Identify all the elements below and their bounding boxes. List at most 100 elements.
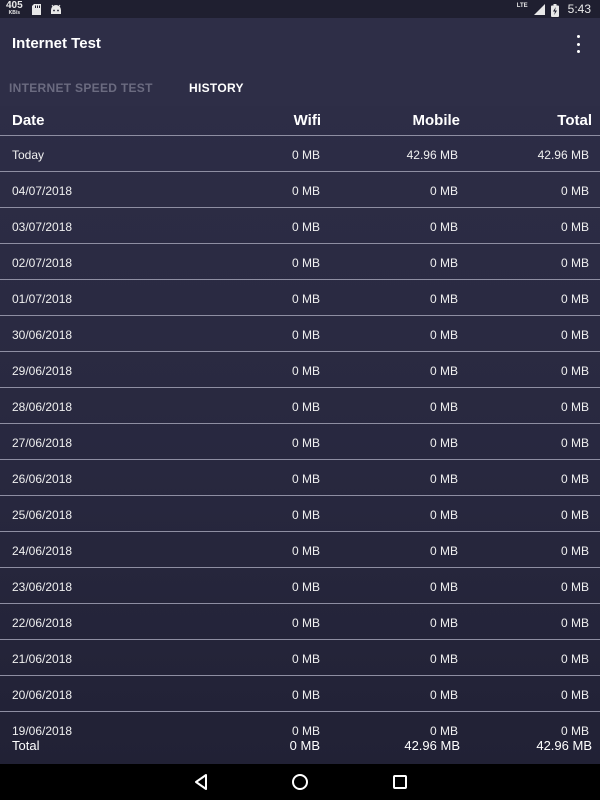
total-mobile: 42.96 MB: [404, 738, 460, 753]
row-wifi: 0 MB: [291, 436, 320, 450]
table-row: 24/06/2018 0 MB 0 MB 0 MB: [0, 532, 600, 568]
network-type-label: LTE: [516, 3, 528, 9]
total-row: Total 0 MB 42.96 MB 42.96 MB: [0, 737, 600, 759]
table-row: Today 0 MB 42.96 MB 42.96 MB: [0, 136, 600, 172]
battery-charging-icon: [550, 3, 562, 17]
history-table[interactable]: Date Wifi Mobile Total Today 0 MB 42.96 …: [0, 106, 600, 764]
net-speed-unit: KB/s: [8, 10, 21, 16]
row-total: 0 MB: [560, 688, 589, 702]
tab-internet-speed-test[interactable]: INTERNET SPEED TEST: [9, 81, 153, 95]
row-date: 30/06/2018: [12, 328, 73, 342]
row-total: 0 MB: [560, 364, 589, 378]
row-wifi: 0 MB: [291, 400, 320, 414]
row-total: 0 MB: [560, 724, 589, 738]
table-rows: Today 0 MB 42.96 MB 42.96 MB 04/07/2018 …: [0, 136, 600, 747]
table-row: 02/07/2018 0 MB 0 MB 0 MB: [0, 244, 600, 280]
table-row: 27/06/2018 0 MB 0 MB 0 MB: [0, 424, 600, 460]
row-wifi: 0 MB: [291, 580, 320, 594]
row-total: 0 MB: [560, 256, 589, 270]
tab-history[interactable]: HISTORY: [189, 81, 244, 95]
row-date: 27/06/2018: [12, 436, 73, 450]
app-title: Internet Test: [12, 35, 101, 52]
row-total: 0 MB: [560, 436, 589, 450]
row-mobile: 0 MB: [429, 688, 458, 702]
row-mobile: 0 MB: [429, 652, 458, 666]
header-date: Date: [12, 112, 45, 129]
row-wifi: 0 MB: [291, 148, 320, 162]
row-date: 23/06/2018: [12, 580, 73, 594]
row-total: 0 MB: [560, 616, 589, 630]
header-total: Total: [557, 112, 592, 129]
back-icon[interactable]: [191, 772, 211, 792]
row-total: 0 MB: [560, 220, 589, 234]
row-mobile: 0 MB: [429, 364, 458, 378]
row-mobile: 0 MB: [429, 508, 458, 522]
table-row: 28/06/2018 0 MB 0 MB 0 MB: [0, 388, 600, 424]
table-row: 21/06/2018 0 MB 0 MB 0 MB: [0, 640, 600, 676]
row-date: 03/07/2018: [12, 220, 73, 234]
row-total: 0 MB: [560, 400, 589, 414]
row-total: 42.96 MB: [537, 148, 589, 162]
row-date: Today: [12, 148, 45, 162]
row-date: 26/06/2018: [12, 472, 73, 486]
table-row: 30/06/2018 0 MB 0 MB 0 MB: [0, 316, 600, 352]
clock: 5:43: [567, 2, 591, 16]
header-mobile: Mobile: [412, 112, 461, 129]
tab-bar: INTERNET SPEED TEST HISTORY: [0, 70, 600, 106]
status-bar: 405 KB/s LTE 5:43: [0, 0, 600, 18]
row-date: 25/06/2018: [12, 508, 73, 522]
row-total: 0 MB: [560, 508, 589, 522]
navigation-bar: [0, 764, 600, 800]
app-bar: Internet Test: [0, 18, 600, 70]
more-vert-icon[interactable]: [574, 35, 582, 53]
table-row: 29/06/2018 0 MB 0 MB 0 MB: [0, 352, 600, 388]
row-wifi: 0 MB: [291, 256, 320, 270]
row-date: 29/06/2018: [12, 364, 73, 378]
row-wifi: 0 MB: [291, 292, 320, 306]
net-speed-value: 405: [6, 0, 23, 11]
table-row: 22/06/2018 0 MB 0 MB 0 MB: [0, 604, 600, 640]
row-mobile: 0 MB: [429, 724, 458, 738]
row-date: 22/06/2018: [12, 616, 73, 630]
row-wifi: 0 MB: [291, 328, 320, 342]
row-date: 01/07/2018: [12, 292, 73, 306]
total-label: Total: [12, 738, 40, 753]
row-wifi: 0 MB: [291, 616, 320, 630]
sd-card-icon: [31, 3, 42, 15]
total-total: 42.96 MB: [536, 738, 592, 753]
row-mobile: 0 MB: [429, 292, 458, 306]
row-mobile: 0 MB: [429, 256, 458, 270]
table-row: 23/06/2018 0 MB 0 MB 0 MB: [0, 568, 600, 604]
row-wifi: 0 MB: [291, 472, 320, 486]
row-total: 0 MB: [560, 184, 589, 198]
recents-icon[interactable]: [390, 772, 410, 792]
row-wifi: 0 MB: [291, 220, 320, 234]
table-row: 20/06/2018 0 MB 0 MB 0 MB: [0, 676, 600, 712]
row-date: 28/06/2018: [12, 400, 73, 414]
row-date: 04/07/2018: [12, 184, 73, 198]
row-mobile: 0 MB: [429, 220, 458, 234]
row-mobile: 0 MB: [429, 328, 458, 342]
table-row: 04/07/2018 0 MB 0 MB 0 MB: [0, 172, 600, 208]
row-date: 19/06/2018: [12, 724, 73, 738]
row-mobile: 0 MB: [429, 544, 458, 558]
row-wifi: 0 MB: [291, 688, 320, 702]
row-total: 0 MB: [560, 652, 589, 666]
table-row: 01/07/2018 0 MB 0 MB 0 MB: [0, 280, 600, 316]
row-wifi: 0 MB: [291, 508, 320, 522]
table-header: Date Wifi Mobile Total: [0, 106, 600, 136]
row-mobile: 0 MB: [429, 436, 458, 450]
row-wifi: 0 MB: [291, 724, 320, 738]
signal-icon: [533, 3, 545, 15]
header-wifi: Wifi: [293, 112, 321, 129]
row-wifi: 0 MB: [291, 544, 320, 558]
row-wifi: 0 MB: [291, 364, 320, 378]
total-wifi: 0 MB: [289, 738, 320, 753]
row-total: 0 MB: [560, 544, 589, 558]
row-total: 0 MB: [560, 472, 589, 486]
row-mobile: 0 MB: [429, 580, 458, 594]
net-speed-indicator: 405 KB/s: [6, 0, 23, 17]
row-date: 21/06/2018: [12, 652, 73, 666]
row-mobile: 0 MB: [429, 400, 458, 414]
home-icon[interactable]: [290, 772, 310, 792]
